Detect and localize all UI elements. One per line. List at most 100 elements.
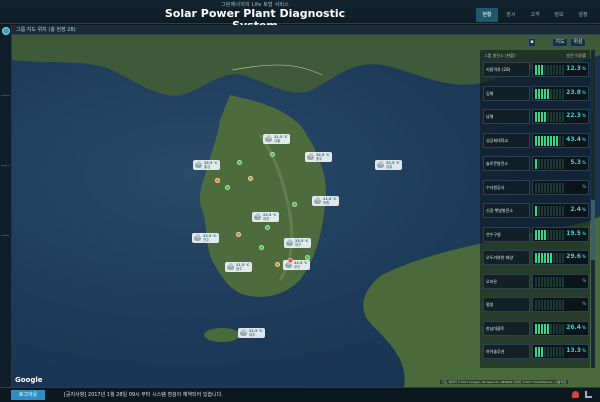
plant-name: 성공회대학교 [483, 132, 530, 148]
map-zoom-toggle[interactable]: ▪ [528, 38, 536, 47]
plant-row[interactable]: 한남마을트 26.4% [483, 320, 589, 336]
gauge-segment [562, 323, 564, 334]
plant-name: 오리온 [483, 273, 530, 289]
plant-pin[interactable] [237, 160, 242, 165]
plant-name: 오두기와한 태양 [483, 250, 530, 265]
app-header: 그린에너지의 Life 토털 서비스 Solar Power Plant Dia… [0, 0, 600, 32]
gauge-segment [547, 253, 549, 263]
weather-marker[interactable]: 22.5 ℃ 부산 [283, 260, 310, 270]
weather-marker[interactable]: 21.5 ℃ 광주 [225, 262, 252, 272]
weather-marker[interactable]: 21.5 ℃ 포항 [312, 196, 339, 206]
map-toolbar: 그룹 지도 위치 (총 현장 28) [12, 25, 600, 35]
utilization-gauge: % [532, 297, 589, 312]
gauge-segment [556, 135, 558, 146]
weather-marker[interactable]: 22.5 ℃ 충주 [305, 152, 332, 162]
weather-marker[interactable]: 23.5 ℃ 대구 [284, 238, 311, 248]
gauge-segment [535, 112, 537, 122]
gauge-segment [550, 135, 552, 146]
cloud-icon [265, 134, 272, 142]
logout-button[interactable]: 로그아웃 [11, 390, 45, 400]
gauge-segment [553, 347, 555, 357]
utilization-gauge: 12.3% [532, 62, 589, 77]
gauge-segment [562, 182, 564, 193]
gauge-segment [556, 347, 558, 357]
utilization-unit: % [581, 207, 586, 212]
cloud-icon [285, 260, 292, 268]
nav-tab-monitor[interactable]: 장시 [500, 8, 522, 22]
gauge-segment [559, 88, 561, 99]
plant-pin[interactable] [265, 225, 270, 230]
gauge-segment [562, 112, 564, 122]
plant-row[interactable]: 지원격차 (28) 12.3% [483, 62, 589, 77]
weather-marker[interactable]: 22.5 ℃ 강릉 [375, 160, 402, 170]
plant-row[interactable]: 김해 23.8% [483, 85, 589, 101]
globe-icon[interactable] [2, 27, 10, 35]
utilization-value: 43.4% [566, 136, 586, 143]
nav-tab-status[interactable]: 현황 [476, 8, 498, 22]
plant-pin[interactable] [305, 255, 310, 260]
gauge-segment [535, 182, 537, 193]
plant-row[interactable]: 오리온% [483, 273, 589, 289]
gauge-segment [559, 276, 561, 287]
gauge-segment [538, 182, 540, 193]
utilization-number: 22.3 [566, 112, 581, 119]
map-view-button[interactable]: 지도 [552, 38, 568, 47]
plant-row[interactable]: 평생% [483, 297, 589, 312]
gauge-segment [559, 347, 561, 357]
nav-tab-info[interactable]: 정보 [548, 8, 570, 22]
utilization-gauge: 2.4% [532, 203, 589, 218]
plant-pin[interactable] [236, 232, 241, 237]
plant-row[interactable]: 하이솔루션 13.3% [483, 344, 589, 359]
satellite-view-button[interactable]: 위성 [570, 38, 586, 47]
plant-pin[interactable] [292, 202, 297, 207]
weather-marker[interactable]: 22.5 ℃ 전주 [192, 233, 219, 243]
plant-pin[interactable] [215, 178, 220, 183]
notice-ticker[interactable]: [공지사항] 2017년 1월 28일 09시 부터 시스템 점검이 예약되어 … [64, 391, 223, 398]
cloud-icon [227, 262, 234, 270]
plant-pin[interactable] [270, 152, 275, 157]
utilization-gauge: % [532, 179, 589, 195]
gauge-segment [562, 135, 564, 146]
gauge-segment [547, 112, 549, 122]
nav-tab-settings[interactable]: 설정 [572, 8, 594, 22]
gauge-segment [556, 323, 558, 334]
nav-tab-customer[interactable]: 고객 [524, 8, 546, 22]
weather-marker[interactable]: 21.5 ℃ 서울 [263, 134, 290, 144]
gauge-segment [556, 300, 558, 310]
gauge-segment [562, 159, 564, 169]
plant-pin[interactable] [248, 176, 253, 181]
map-attribution[interactable]: 지도 데이터 ©2017 Google, SK telecom, ZENRIN … [440, 380, 569, 384]
plant-pin[interactable] [259, 245, 264, 250]
panel-header-left: 그룹 발전소 (현황) [484, 53, 516, 58]
plant-row[interactable]: 연수구청 19.5% [483, 226, 589, 242]
plant-row[interactable]: 오두기와한 태양 29.6% [483, 250, 589, 265]
plant-row[interactable]: 신광 햇빛발전소 2.4% [483, 203, 589, 218]
utilization-value: 2.4% [570, 206, 586, 213]
utilization-unit: % [582, 183, 586, 189]
plant-pin[interactable] [225, 185, 230, 190]
gauge-segment [541, 135, 543, 146]
gauge-segment [553, 182, 555, 193]
plant-pin[interactable] [288, 258, 293, 263]
plant-row[interactable]: 수자원공사% [483, 179, 589, 195]
panel-scrollbar[interactable] [591, 50, 595, 368]
cloud-icon [194, 233, 201, 241]
scrollbar-thumb[interactable] [591, 200, 595, 260]
plant-row[interactable]: 성공회대학교 43.4% [483, 132, 589, 148]
plant-row[interactable]: 남해 22.3% [483, 109, 589, 124]
signal-icon[interactable] [585, 391, 592, 398]
weather-marker[interactable]: 21.5 ℃ 제주 [238, 328, 265, 338]
gauge-segment [550, 253, 552, 263]
plant-row[interactable]: 솔로몬발전소 5.3% [483, 156, 589, 171]
gauge-segment [550, 65, 552, 75]
gauge-segment [544, 276, 546, 287]
plant-name: 한남마을트 [483, 320, 530, 336]
plant-pin[interactable] [275, 262, 280, 267]
weather-marker[interactable]: 23.5 ℃ 홍성 [193, 160, 220, 170]
gauge-segment [553, 276, 555, 287]
utilization-gauge: 23.8% [532, 85, 589, 101]
weather-marker[interactable]: 22.5 ℃ 대전 [252, 212, 279, 222]
gauge-segment [535, 300, 537, 310]
cloud-icon [314, 196, 321, 204]
alert-bell-icon[interactable] [572, 391, 579, 398]
